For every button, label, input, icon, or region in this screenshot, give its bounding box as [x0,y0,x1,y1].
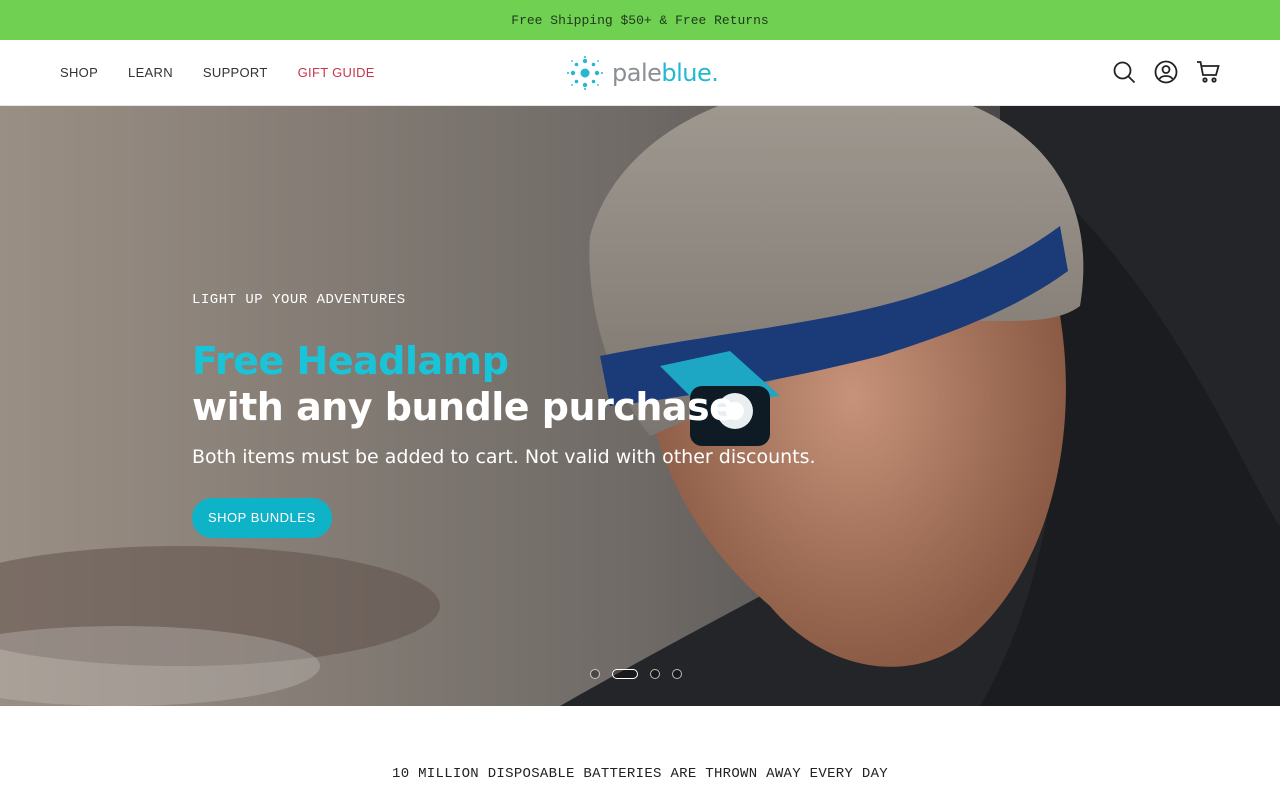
hero-content: LIGHT UP YOUR ADVENTURES Free Headlamp w… [192,292,816,538]
mission-tagline: 10 MILLION DISPOSABLE BATTERIES ARE THRO… [392,766,888,782]
announcement-text: Free Shipping $50+ & Free Returns [511,12,769,28]
slide-dot-2-active[interactable] [612,669,638,679]
hero-headline-accent: Free Headlamp [192,339,509,383]
nav-item-learn[interactable]: LEARN [128,65,173,80]
nav-item-gift-guide[interactable]: GIFT GUIDE [298,65,375,80]
account-icon[interactable] [1154,60,1178,84]
logo-mark-icon [567,56,603,90]
slide-dot-4[interactable] [672,669,682,679]
slideshow-pagination [590,669,682,679]
nav-item-support[interactable]: SUPPORT [203,65,268,80]
main-nav: SHOP LEARN SUPPORT GIFT GUIDE [60,65,375,80]
site-header: SHOP LEARN SUPPORT GIFT GUIDE paleblue. [0,40,1280,106]
header-actions [1112,60,1220,84]
slide-dot-1[interactable] [590,669,600,679]
logo-wordmark: paleblue. [612,59,719,87]
nav-item-shop[interactable]: SHOP [60,65,98,80]
shop-bundles-button[interactable]: SHOP BUNDLES [192,498,332,538]
search-icon[interactable] [1112,60,1136,84]
slide-dot-3[interactable] [650,669,660,679]
announcement-bar: Free Shipping $50+ & Free Returns [0,0,1280,40]
hero-eyebrow: LIGHT UP YOUR ADVENTURES [192,292,406,308]
hero-headline: with any bundle purchase [192,385,735,429]
hero-subtext: Both items must be added to cart. Not va… [192,446,816,468]
cart-icon[interactable] [1196,60,1220,84]
site-logo[interactable]: paleblue. [566,56,719,90]
hero-banner: LIGHT UP YOUR ADVENTURES Free Headlamp w… [0,106,1280,706]
